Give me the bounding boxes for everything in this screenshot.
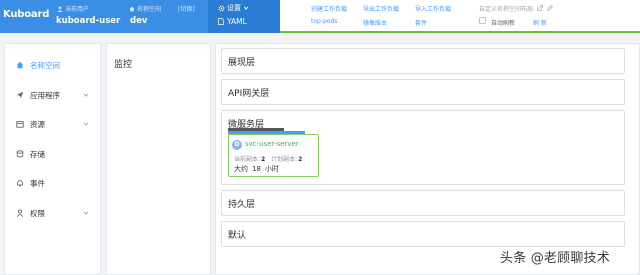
layer-title: 持久层: [228, 200, 256, 210]
workload-card[interactable]: D svc-user-server 当前副本:2 计划副本:2 大约 18 小时: [228, 134, 319, 177]
chevron-down-icon: [243, 6, 249, 10]
settings-menu[interactable]: 设置 YAML: [208, 0, 280, 33]
workload-name[interactable]: svc-user-server: [245, 140, 299, 148]
home-icon: [16, 61, 24, 69]
box-icon: [16, 121, 24, 128]
sidebar-item-events[interactable]: 事件: [5, 173, 100, 193]
sidebar-item-permissions[interactable]: 权限: [5, 203, 100, 223]
custom-layout-button[interactable]: 自定义名称空间布局: [479, 4, 553, 13]
panel-title: 监控: [114, 60, 133, 70]
yaml-button[interactable]: YAML: [218, 17, 247, 26]
app-logo: Kuboard: [3, 9, 50, 20]
sidebar-item-storage[interactable]: 存储: [5, 144, 100, 164]
namespace-label: 名称空间: [129, 4, 161, 13]
top-pods-button[interactable]: top-pods: [311, 18, 337, 25]
current-user-label: 当前用户: [57, 4, 89, 13]
top-header: Kuboard 当前用户 kuboard-user 名称空间 dev [切换] …: [0, 0, 640, 33]
layer-title: 默认: [228, 231, 247, 241]
layer-presentation[interactable]: 展现层: [221, 48, 625, 74]
monitor-panel: 监控: [106, 43, 211, 275]
chevron-down-icon: [83, 122, 89, 126]
create-workload-button[interactable]: 创建工作负载: [311, 4, 347, 13]
switch-namespace-link[interactable]: [切换]: [178, 4, 195, 13]
current-user-value: kuboard-user: [56, 16, 121, 26]
settings-button[interactable]: 设置: [218, 3, 249, 13]
sidebar-item-applications[interactable]: 应用程序: [5, 85, 100, 105]
gear-icon: [218, 5, 225, 11]
namespace-value: dev: [130, 16, 148, 26]
chevron-down-icon: [83, 211, 89, 215]
import-workload-button[interactable]: 导入工作负载: [415, 4, 451, 13]
user-icon: [57, 5, 63, 12]
document-icon: [218, 18, 224, 25]
layer-default[interactable]: 默认: [221, 221, 625, 247]
bell-icon: [17, 180, 23, 187]
user-icon: [16, 209, 24, 217]
auto-refresh-label: 自动刷新: [491, 20, 516, 27]
deployment-badge: D: [232, 140, 242, 150]
layer-title: 展现层: [228, 58, 256, 68]
image-version-button[interactable]: 镜像版本: [363, 18, 387, 27]
edit-icon: [546, 5, 553, 11]
workload-age: 大约 18 小时: [234, 165, 279, 173]
kits-button[interactable]: 套件: [415, 18, 427, 27]
database-icon: [16, 150, 24, 158]
sidebar-item-namespace[interactable]: 名称空间: [5, 55, 100, 75]
sidebar: 名称空间 应用程序 资源 存储 事件 权限: [4, 43, 101, 275]
chevron-down-icon: [83, 93, 89, 97]
refresh-button[interactable]: 刷 新: [533, 18, 547, 27]
auto-refresh-checkbox[interactable]: [479, 17, 486, 24]
watermark: 头条 @老顾聊技术: [500, 251, 610, 266]
sidebar-item-resources[interactable]: 资源: [5, 114, 100, 134]
layer-persistence[interactable]: 持久层: [221, 190, 625, 216]
send-icon: [16, 91, 24, 99]
export-workload-button[interactable]: 导出工作负载: [363, 4, 399, 13]
home-icon: [129, 6, 135, 11]
layer-api-gateway[interactable]: API网关层: [221, 79, 625, 105]
external-link-icon: [537, 5, 543, 11]
layer-title: API网关层: [228, 89, 270, 99]
replica-info: 当前副本:2 计划副本:2: [234, 156, 303, 163]
